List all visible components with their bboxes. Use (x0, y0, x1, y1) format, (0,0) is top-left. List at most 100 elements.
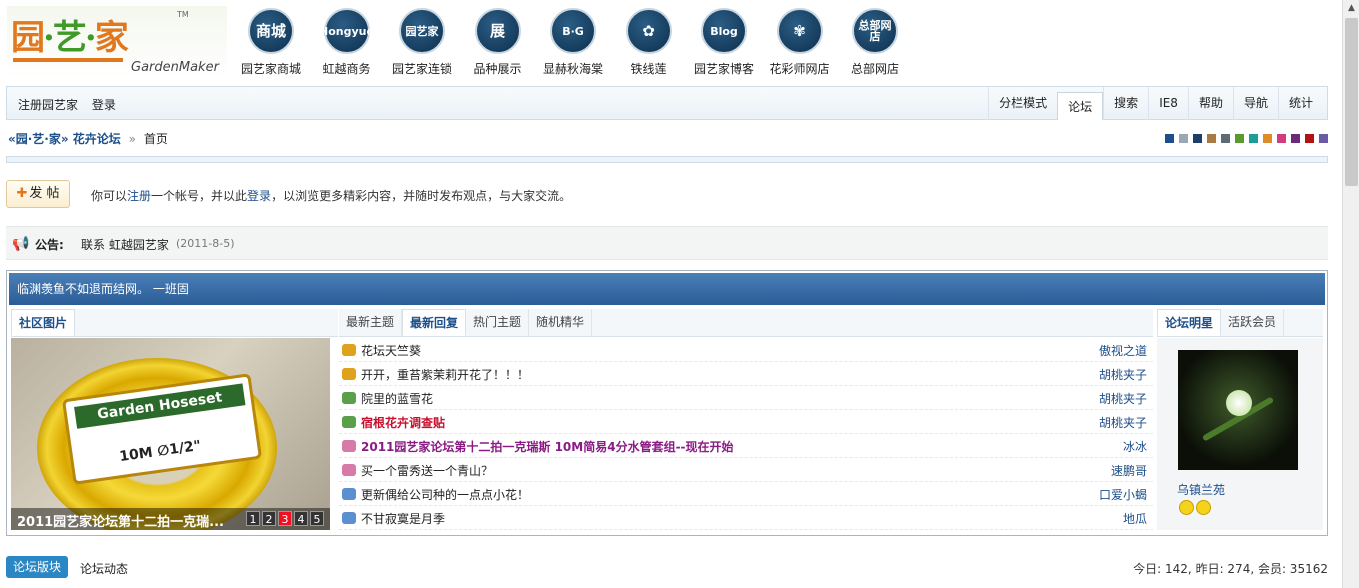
reply-author[interactable]: 冰冰 (1123, 438, 1147, 455)
notice-register-link[interactable]: 注册 (127, 189, 151, 203)
color-swatch[interactable] (1165, 134, 1174, 143)
exhibit-icon: 展 (474, 8, 521, 54)
reply-title[interactable]: 2011园艺家论坛第十二拍一克瑞斯 10M简易4分水管套组--现在开始 (361, 438, 734, 455)
reply-author[interactable]: 地瓜 (1123, 510, 1147, 527)
menu-item[interactable]: 论坛 (1057, 92, 1104, 120)
color-swatch[interactable] (1235, 134, 1244, 143)
star-member-photo[interactable] (1178, 350, 1298, 470)
new-post-button[interactable]: ✚ 发 帖 (6, 180, 70, 208)
color-swatch[interactable] (1207, 134, 1216, 143)
smiley-icon (1179, 500, 1194, 515)
slideshow-page-button[interactable]: 4 (294, 511, 308, 526)
menu-item[interactable]: 导航 (1232, 87, 1278, 120)
star-tab[interactable]: 论坛明星 (1157, 309, 1222, 336)
megaphone-icon: 📢 (12, 236, 30, 252)
reply-title[interactable]: 更新偶给公司种的一点点小花！ (361, 486, 529, 503)
menu-item[interactable]: IE8 (1148, 87, 1188, 120)
color-swatch[interactable] (1179, 134, 1188, 143)
thread-icon (342, 464, 356, 476)
breadcrumb-separator: » (128, 132, 136, 146)
thread-icon (342, 440, 356, 452)
nav-item-5[interactable]: ✿ 铁线莲 (609, 8, 689, 77)
reply-author[interactable]: 口爱小蝎 (1099, 486, 1147, 503)
thread-icon (342, 344, 356, 356)
smiley-icon (1196, 500, 1211, 515)
nav-item-6[interactable]: Blog 园艺家博客 (684, 8, 764, 77)
community-picture-slideshow[interactable]: Garden Hoseset 10M ∅1/2" 2011园艺家论坛第十二拍一克… (11, 338, 330, 530)
announcement-link[interactable]: 联系 虹越园艺家 (81, 236, 169, 253)
florist-shop-icon: ✾ (776, 8, 823, 54)
menu-item[interactable]: 帮助 (1187, 87, 1233, 120)
color-swatch[interactable] (1221, 134, 1230, 143)
nav-item-3[interactable]: 展品种展示 (458, 8, 538, 77)
slideshow-page-button[interactable]: 5 (310, 511, 324, 526)
reply-author[interactable]: 胡桃夹子 (1099, 366, 1147, 383)
tab-community-pictures[interactable]: 社区图片 (11, 309, 76, 336)
nav-item-label: 显赫秋海棠 (542, 62, 603, 76)
star-tabs: 论坛明星 活跃会员 (1157, 309, 1323, 337)
nav-item-1[interactable]: Hongyue 虹越商务 (307, 8, 387, 77)
nav-item-2[interactable]: 园艺家 园艺家连锁 (382, 8, 462, 77)
star-tab[interactable]: 活跃会员 (1221, 309, 1285, 336)
nav-item-4[interactable]: B·G 显赫秋海棠 (533, 8, 613, 77)
reply-author[interactable]: 傲视之道 (1099, 342, 1147, 359)
nav-item-label: 品种展示 (473, 62, 522, 76)
latest-replies-list: 花坛天竺葵 傲视之道 开开，重苔紫茉莉开花了！！！ 胡桃夹子 院里的蓝雪花 胡桃夹子 宿根花… (339, 338, 1153, 530)
register-link[interactable]: 注册园艺家 (18, 98, 78, 112)
reply-author[interactable]: 胡桃夹子 (1099, 414, 1147, 431)
reply-title[interactable]: 宿根花卉调查贴 (361, 414, 445, 431)
scroll-thumb[interactable] (1345, 18, 1358, 186)
breadcrumb-site[interactable]: «园·艺·家» 花卉论坛 (8, 132, 121, 146)
logo-tm: TM (177, 10, 189, 19)
slideshow-page-button[interactable]: 3 (278, 511, 292, 526)
menu-bar: 注册园艺家 登录 分栏模式 论坛 搜索 IE8 帮助 导航 统计 (6, 86, 1328, 120)
nav-item-label: 花彩师网店 (769, 62, 830, 76)
color-swatch[interactable] (1263, 134, 1272, 143)
divider-bar (6, 156, 1328, 163)
notice-text-c: ，以浏览更多精彩内容，并随时发布观点，与大家交流。 (271, 189, 572, 203)
nav-item-7[interactable]: ✾ 花彩师网店 (760, 8, 840, 77)
reply-row: 宿根花卉调查贴 胡桃夹子 (339, 410, 1153, 434)
color-swatch[interactable] (1249, 134, 1258, 143)
reply-row: 开开，重苔紫茉莉开花了！！！ 胡桃夹子 (339, 362, 1153, 386)
nav-item-label: 虹越商务 (322, 62, 371, 76)
announcement-date: (2011-8-5) (176, 237, 235, 250)
list-tab[interactable]: 最新主题 (339, 309, 403, 336)
reply-title[interactable]: 院里的蓝雪花 (361, 390, 433, 407)
color-swatch[interactable] (1305, 134, 1314, 143)
slideshow-page-button[interactable]: 1 (246, 511, 260, 526)
scroll-up-arrow-icon[interactable]: ▲ (1343, 0, 1359, 17)
menu-item[interactable]: 搜索 (1103, 87, 1148, 120)
color-swatch[interactable] (1277, 134, 1286, 143)
reply-title[interactable]: 买一个雷秀送一个青山？ (361, 462, 493, 479)
star-member-name[interactable]: 乌镇兰苑 (1177, 481, 1225, 498)
thread-icon (342, 512, 356, 524)
menu-item[interactable]: 统计 (1277, 87, 1323, 120)
site-logo[interactable]: 园·艺·家 TM GardenMaker (7, 6, 227, 78)
login-link[interactable]: 登录 (92, 98, 116, 112)
reply-title[interactable]: 花坛天竺葵 (361, 342, 421, 359)
forum-sections-button[interactable]: 论坛版块 (6, 556, 68, 578)
slideshow-caption[interactable]: 2011园艺家论坛第十二拍一克瑞... (17, 511, 224, 530)
color-swatch[interactable] (1319, 134, 1328, 143)
top-banner: 园·艺·家 TM GardenMaker 商城 园艺家商城 Hongyue 虹越商务园… (0, 0, 1340, 86)
reply-title[interactable]: 开开，重苔紫茉莉开花了！！！ (361, 366, 529, 383)
list-tab[interactable]: 随机精华 (529, 309, 593, 336)
notice-login-link[interactable]: 登录 (247, 189, 271, 203)
page-scrollbar[interactable]: ▲ (1342, 0, 1359, 588)
nav-item-0[interactable]: 商城 园艺家商城 (231, 8, 311, 77)
forum-activity-tab[interactable]: 论坛动态 (80, 560, 128, 577)
reply-author[interactable]: 速鹏哥 (1111, 462, 1147, 479)
reply-row: 不甘寂寞是月季 地瓜 (339, 506, 1153, 530)
slideshow-page-button[interactable]: 2 (262, 511, 276, 526)
reply-title[interactable]: 不甘寂寞是月季 (361, 510, 445, 527)
color-swatch[interactable] (1291, 134, 1300, 143)
menu-item[interactable]: 分栏模式 (988, 87, 1057, 120)
motto-header: 临渊羡鱼不如退而结网。 一班固 (9, 273, 1325, 305)
list-tab[interactable]: 最新回复 (402, 309, 467, 336)
blog-icon: Blog (701, 8, 747, 54)
color-swatch[interactable] (1193, 134, 1202, 143)
list-tab[interactable]: 热门主题 (466, 309, 530, 336)
nav-item-8[interactable]: 总部网店 总部网店 (835, 8, 915, 77)
reply-author[interactable]: 胡桃夹子 (1099, 390, 1147, 407)
